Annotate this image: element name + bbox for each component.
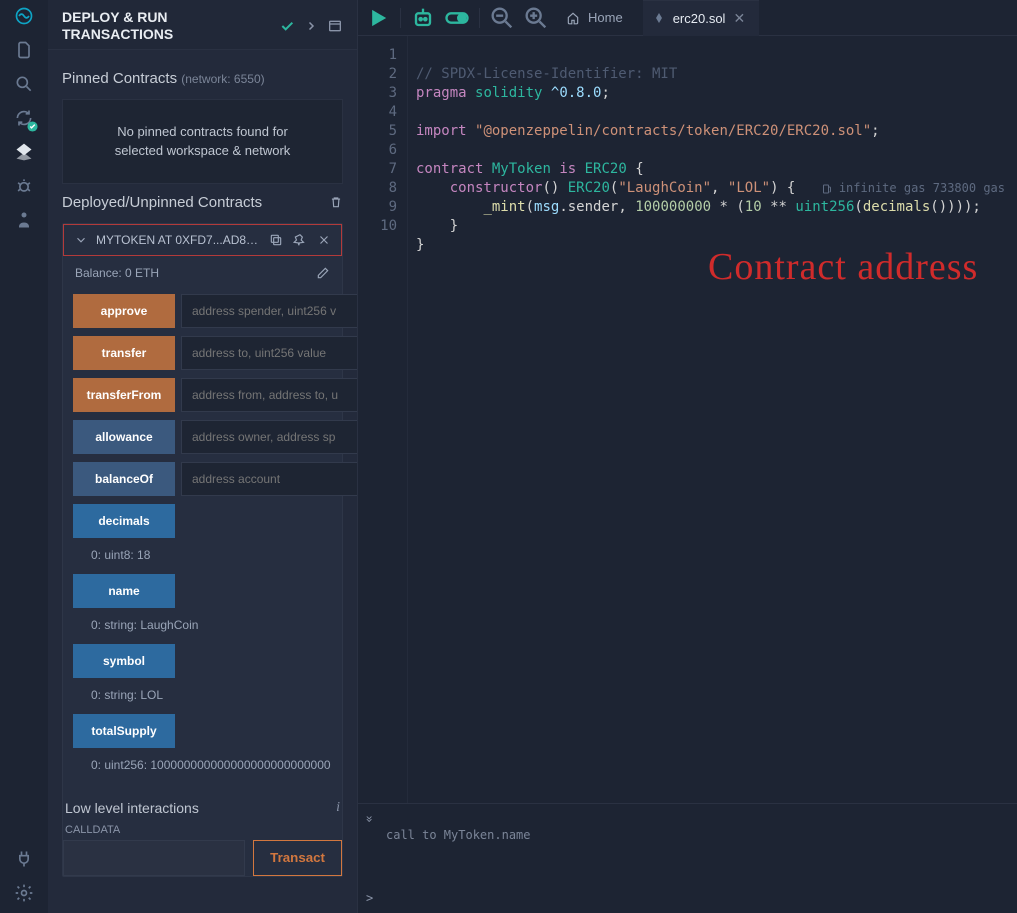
function-result-decimals: 0: uint8: 18 <box>73 546 332 566</box>
plugin-icon[interactable] <box>14 210 34 230</box>
contract-address-label: MYTOKEN AT 0XFD7...AD89F (BL <box>96 233 261 247</box>
function-button-symbol[interactable]: symbol <box>73 644 175 678</box>
main-area: Home erc20.sol ✕ 12345678910 // SPDX-Lic… <box>358 0 1017 913</box>
home-tab[interactable]: Home <box>556 0 637 36</box>
code-editor[interactable]: 12345678910 // SPDX-License-Identifier: … <box>358 36 1017 803</box>
function-result-symbol: 0: string: LOL <box>73 686 332 706</box>
function-row-transferFrom: transferFrom <box>73 378 332 412</box>
gas-hint: infinite gas 733800 gas <box>821 179 1005 198</box>
editor-topbar: Home erc20.sol ✕ <box>358 0 1017 36</box>
run-icon[interactable] <box>364 4 392 32</box>
low-level-title: Low level interactions i <box>65 800 340 816</box>
calldata-input[interactable] <box>63 840 245 876</box>
edit-icon[interactable] <box>316 266 330 280</box>
window-icon[interactable] <box>327 18 343 34</box>
plug-icon[interactable] <box>14 849 34 869</box>
copy-icon[interactable] <box>269 233 283 247</box>
remix-logo-icon[interactable] <box>14 6 34 26</box>
function-row-approve: approve <box>73 294 332 328</box>
function-button-name[interactable]: name <box>73 574 175 608</box>
function-input-transferFrom[interactable] <box>181 378 357 412</box>
search-icon[interactable] <box>14 74 34 94</box>
toggle-icon[interactable] <box>443 4 471 32</box>
file-tab[interactable]: erc20.sol ✕ <box>643 0 759 36</box>
function-row-decimals: decimals <box>73 504 332 538</box>
code-content: // SPDX-License-Identifier: MIT pragma s… <box>408 36 981 803</box>
function-row-name: name <box>73 574 332 608</box>
function-button-totalSupply[interactable]: totalSupply <box>73 714 175 748</box>
debug-icon[interactable] <box>14 176 34 196</box>
trash-icon[interactable] <box>329 195 343 209</box>
chevron-down-icon[interactable] <box>74 233 88 247</box>
pinned-section-title: Pinned Contracts (network: 6550) <box>62 70 343 87</box>
pinned-empty-message: No pinned contracts found for selected w… <box>62 99 343 184</box>
function-input-approve[interactable] <box>181 294 357 328</box>
function-button-transfer[interactable]: transfer <box>73 336 175 370</box>
chevron-right-icon[interactable] <box>305 20 317 32</box>
function-button-allowance[interactable]: allowance <box>73 420 175 454</box>
calldata-label: CALLDATA <box>65 824 340 836</box>
function-rows: approve transfer transferFrom allowance bala… <box>63 290 342 786</box>
deployed-section-title: Deployed/Unpinned Contracts <box>62 194 343 211</box>
function-row-balanceOf: balanceOf <box>73 462 332 496</box>
gutter: 12345678910 <box>358 36 408 803</box>
function-result-totalSupply: 0: uint256: 100000000000000000000000000 <box>73 756 332 776</box>
tab-close-icon[interactable]: ✕ <box>733 10 745 27</box>
console-line: call to MyToken.name <box>376 804 1017 842</box>
function-input-transfer[interactable] <box>181 336 357 370</box>
panel-title: DEPLOY & RUN TRANSACTIONS <box>62 9 279 43</box>
function-row-transfer: transfer <box>73 336 332 370</box>
zoom-out-icon[interactable] <box>488 4 516 32</box>
function-input-allowance[interactable] <box>181 420 357 454</box>
pin-icon[interactable] <box>293 233 307 247</box>
home-icon <box>566 11 580 25</box>
function-row-symbol: symbol <box>73 644 332 678</box>
function-input-balanceOf[interactable] <box>181 462 357 496</box>
function-row-totalSupply: totalSupply <box>73 714 332 748</box>
function-button-decimals[interactable]: decimals <box>73 504 175 538</box>
settings-icon[interactable] <box>14 883 34 903</box>
function-button-approve[interactable]: approve <box>73 294 175 328</box>
contract-header[interactable]: MYTOKEN AT 0XFD7...AD89F (BL <box>63 224 342 256</box>
icon-sidebar <box>0 0 48 913</box>
function-result-name: 0: string: LaughCoin <box>73 616 332 636</box>
zoom-in-icon[interactable] <box>522 4 550 32</box>
function-row-allowance: allowance <box>73 420 332 454</box>
contract-card: MYTOKEN AT 0XFD7...AD89F (BL Balance: 0 … <box>62 223 343 877</box>
compile-icon[interactable] <box>14 108 34 128</box>
console[interactable]: » call to MyToken.name > <box>358 803 1017 913</box>
transact-button[interactable]: Transact <box>253 840 342 876</box>
function-button-transferFrom[interactable]: transferFrom <box>73 378 175 412</box>
balance-row: Balance: 0 ETH <box>63 256 342 290</box>
gas-icon <box>821 183 833 195</box>
deploy-panel: DEPLOY & RUN TRANSACTIONS Pinned Contrac… <box>48 0 358 913</box>
console-prompt[interactable]: > <box>366 891 373 905</box>
check-icon <box>279 18 295 34</box>
robot-icon[interactable] <box>409 4 437 32</box>
deploy-icon[interactable] <box>14 142 34 162</box>
console-collapse-icon[interactable]: » <box>363 815 377 822</box>
close-icon[interactable] <box>317 233 331 247</box>
solidity-icon <box>653 12 665 24</box>
function-button-balanceOf[interactable]: balanceOf <box>73 462 175 496</box>
info-icon[interactable]: i <box>336 800 340 816</box>
files-icon[interactable] <box>14 40 34 60</box>
